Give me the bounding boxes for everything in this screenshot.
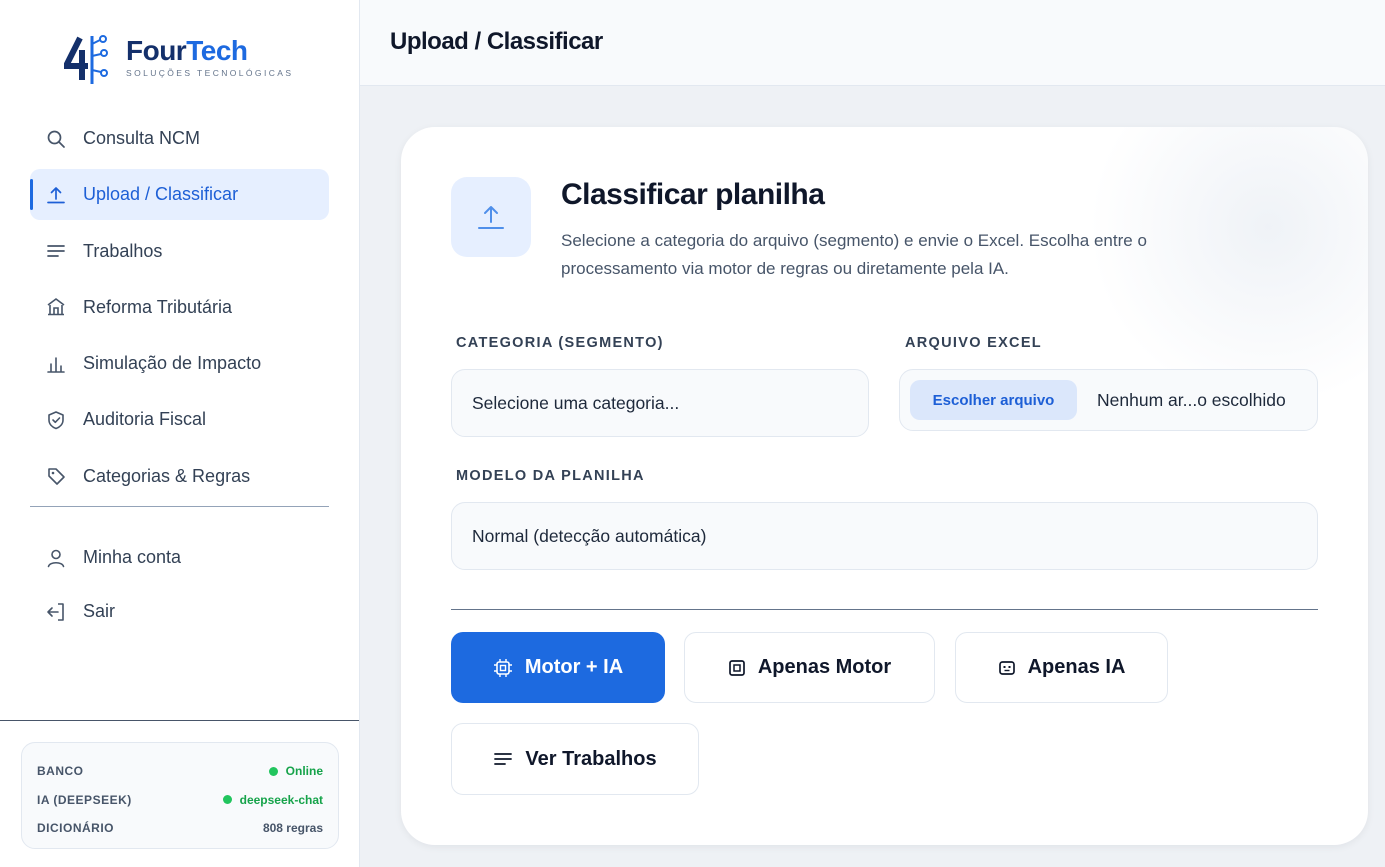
system-status-panel: BANCO Online IA (DEEPSEEK) deepseek-chat…	[21, 742, 339, 849]
file-name-text: Nenhum ar...o escolhido	[1097, 389, 1286, 410]
sidebar-footer-divider	[0, 720, 359, 721]
status-label: DICIONÁRIO	[37, 821, 114, 836]
sidebar-item-sair[interactable]: Sair	[30, 586, 329, 637]
button-label: Motor + IA	[524, 656, 624, 678]
file-label: ARQUIVO EXCEL	[905, 335, 1042, 351]
sidebar-item-label: Trabalhos	[83, 240, 163, 261]
status-row-ia: IA (DEEPSEEK) deepseek-chat	[37, 786, 323, 815]
model-select-value: Normal (detecção automática)	[472, 525, 707, 546]
account-nav: Minha conta Sair	[30, 532, 329, 640]
card-description: Selecione a categoria do arquivo (segmen…	[561, 231, 1147, 278]
list-icon	[493, 749, 513, 769]
sidebar-item-reforma-tributaria[interactable]: Reforma Tributária	[30, 282, 329, 333]
page-title: Upload / Classificar	[390, 28, 603, 55]
upload-icon	[46, 185, 66, 205]
category-select-value: Selecione uma categoria...	[472, 392, 680, 413]
sidebar-item-auditoria-fiscal[interactable]: Auditoria Fiscal	[30, 394, 329, 445]
model-label: MODELO DA PLANILHA	[456, 468, 645, 484]
list-icon	[46, 241, 66, 261]
chip-icon	[728, 659, 746, 677]
shield-icon	[46, 410, 66, 430]
button-label: Apenas IA	[1027, 656, 1126, 678]
tag-icon	[46, 466, 66, 486]
category-label: CATEGORIA (SEGMENTO)	[456, 335, 664, 351]
motor-ia-button[interactable]: Motor + IA	[451, 632, 665, 703]
logout-icon	[46, 602, 66, 622]
apenas-motor-button[interactable]: Apenas Motor	[684, 632, 935, 703]
model-select[interactable]: Normal (detecção automática)	[451, 502, 1318, 570]
status-label: IA (DEEPSEEK)	[37, 792, 132, 807]
status-label: BANCO	[37, 764, 84, 779]
status-row-dicionario: DICIONÁRIO 808 regras	[37, 814, 323, 843]
cpu-icon	[493, 658, 513, 678]
ver-trabalhos-button[interactable]: Ver Trabalhos	[451, 723, 699, 795]
apenas-ia-button[interactable]: Apenas IA	[955, 632, 1168, 703]
sidebar-item-trabalhos[interactable]: Trabalhos	[30, 226, 329, 277]
category-select[interactable]: Selecione uma categoria...	[451, 369, 869, 437]
brand-tagline: SOLUÇÕES TECNOLÓGICAS	[126, 68, 294, 78]
online-indicator-icon	[222, 795, 232, 805]
user-icon	[46, 548, 66, 568]
status-value: deepseek-chat	[222, 793, 323, 807]
sidebar: FourTech SOLUÇÕES TECNOLÓGICAS Consulta …	[0, 0, 360, 867]
button-label: Apenas Motor	[757, 656, 892, 678]
building-icon	[46, 297, 66, 317]
sidebar-item-simulacao-impacto[interactable]: Simulação de Impacto	[30, 338, 329, 389]
file-input[interactable]: Escolher arquivo Nenhum ar...o escolhido	[899, 369, 1318, 431]
status-value: 808 regras	[262, 821, 323, 836]
upload-badge	[451, 177, 531, 257]
online-indicator-icon	[268, 766, 278, 776]
brand-name: FourTech	[126, 35, 248, 66]
card-divider	[451, 609, 1318, 610]
fourtech-logo-icon	[61, 32, 112, 86]
bot-icon	[998, 659, 1016, 677]
sidebar-item-label: Upload / Classificar	[83, 184, 239, 205]
status-value: Online	[268, 764, 323, 778]
sidebar-item-label: Consulta NCM	[83, 128, 201, 148]
sidebar-item-label: Sair	[83, 601, 116, 621]
sidebar-item-categorias-regras[interactable]: Categorias & Regras	[30, 451, 329, 502]
status-row-banco: BANCO Online	[37, 757, 323, 786]
bar-chart-icon	[46, 354, 66, 374]
sidebar-item-label: Minha conta	[83, 547, 182, 567]
brand-logo[interactable]: FourTech SOLUÇÕES TECNOLÓGICAS	[61, 32, 294, 86]
classify-card: Classificar planilha Selecione a categor…	[401, 127, 1368, 845]
sidebar-item-minha-conta[interactable]: Minha conta	[30, 532, 329, 583]
sidebar-divider	[30, 506, 329, 507]
sidebar-item-consulta-ncm[interactable]: Consulta NCM	[30, 113, 329, 164]
sidebar-item-upload-classificar[interactable]: Upload / Classificar	[30, 169, 329, 221]
search-icon	[46, 129, 66, 149]
sidebar-item-label: Auditoria Fiscal	[83, 409, 207, 430]
button-label: Ver Trabalhos	[525, 747, 657, 770]
sidebar-item-label: Simulação de Impacto	[83, 353, 262, 374]
choose-file-button[interactable]: Escolher arquivo	[910, 380, 1077, 420]
card-title: Classificar planilha	[561, 178, 825, 211]
sidebar-item-label: Reforma Tributária	[83, 296, 233, 317]
sidebar-nav: Consulta NCM Upload / Classificar Trabal…	[30, 113, 329, 507]
page-header: Upload / Classificar	[360, 0, 1385, 86]
sidebar-item-label: Categorias & Regras	[83, 465, 251, 486]
upload-icon	[478, 206, 504, 229]
